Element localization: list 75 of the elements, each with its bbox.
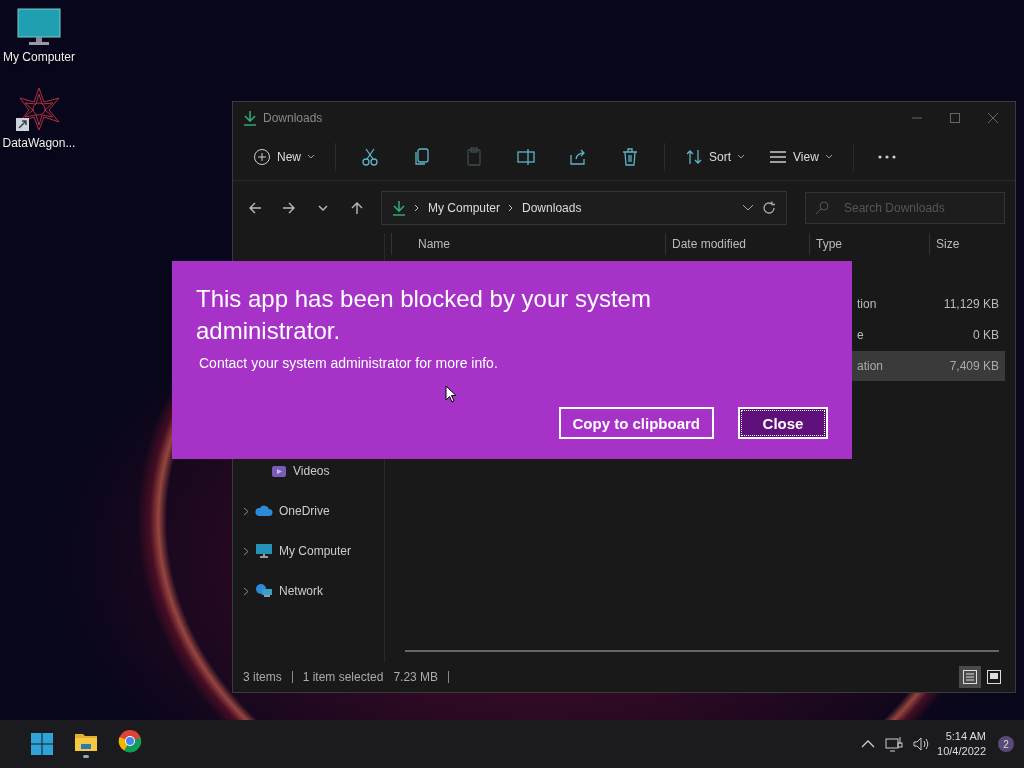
download-icon — [392, 200, 406, 216]
column-header[interactable]: Date modified — [665, 233, 809, 255]
sidebar-item[interactable]: OneDrive — [279, 504, 330, 518]
table-cell-text: tion — [857, 297, 878, 311]
selection-size: 7.23 MB — [393, 670, 439, 684]
clock-time[interactable]: 5:14 AM — [945, 729, 986, 744]
start-icon[interactable] — [30, 732, 54, 756]
dialog-title: This app has been blocked by your system administrator. — [196, 284, 652, 346]
sort-icon — [685, 149, 703, 165]
item-count: 3 items — [243, 670, 282, 684]
star-pattern-shortcut-icon — [16, 86, 62, 132]
chevron-right-icon[interactable] — [243, 546, 249, 556]
chevron-right-icon[interactable] — [243, 506, 249, 516]
search-icon — [815, 201, 829, 215]
breadcrumb-item[interactable]: Downloads — [522, 201, 582, 215]
table-cell-text: ation — [857, 359, 885, 373]
column-header[interactable]: Name — [391, 233, 665, 255]
trash-icon[interactable] — [620, 147, 640, 167]
rename-icon[interactable] — [516, 147, 536, 167]
caret-icon — [737, 154, 746, 160]
breadcrumb-item[interactable]: My Computer — [428, 201, 501, 215]
copy-icon[interactable] — [412, 147, 432, 167]
list-icon — [963, 670, 977, 684]
desktop-icon-label[interactable]: My Computer — [3, 50, 75, 64]
network-icon — [255, 583, 273, 599]
monitor-icon — [255, 543, 273, 559]
column-header[interactable]: Type — [809, 233, 929, 255]
notification-badge[interactable]: 2 — [998, 736, 1014, 752]
dialog-message: Contact your system administrator for more info. — [199, 355, 499, 371]
view-button[interactable]: View — [759, 141, 843, 173]
mouse-cursor-icon — [445, 385, 457, 403]
back-arrow-icon[interactable] — [248, 201, 262, 215]
video-folder-icon — [271, 464, 287, 478]
chevron-up-icon[interactable] — [861, 740, 876, 748]
close-icon[interactable] — [987, 112, 999, 124]
refresh-icon[interactable] — [762, 201, 776, 215]
caret-icon — [307, 154, 315, 160]
sidebar-item[interactable]: Network — [279, 584, 323, 598]
up-arrow-icon[interactable] — [350, 201, 364, 215]
clock-date[interactable]: 10/4/2022 — [937, 744, 986, 759]
sidebar-item[interactable]: My Computer — [279, 544, 352, 558]
lines-icon — [769, 150, 788, 164]
browser-icon[interactable] — [118, 729, 142, 753]
sort-button[interactable]: Sort — [675, 141, 756, 173]
tile-icon — [987, 670, 1001, 684]
chevron-right-icon — [508, 204, 515, 212]
chevron-down-icon[interactable] — [742, 204, 754, 212]
table-cell-text: 11,129 KB — [942, 297, 1000, 311]
sidebar-item[interactable]: Videos — [293, 464, 330, 478]
new-button[interactable]: New — [243, 141, 325, 173]
address-bar[interactable]: My Computer Downloads — [381, 191, 787, 225]
cloud-icon — [255, 505, 273, 517]
search-field[interactable]: Search Downloads — [805, 192, 1005, 224]
plus-circle-icon — [253, 148, 271, 166]
download-icon — [243, 110, 257, 126]
share-icon[interactable] — [568, 147, 588, 167]
cut-icon[interactable] — [360, 147, 380, 167]
caret-icon — [824, 154, 833, 160]
maximize-icon[interactable] — [949, 112, 961, 124]
copy-button[interactable]: Copy to clipboard — [558, 407, 714, 439]
chevron-right-icon[interactable] — [243, 586, 249, 596]
network-icon[interactable] — [885, 736, 904, 752]
desktop-icon-label[interactable]: DataWagon... — [2, 136, 76, 150]
details-view-button[interactable] — [959, 666, 981, 688]
selection-info: 1 item selected — [302, 670, 384, 684]
close-button[interactable]: Close — [738, 407, 828, 439]
more-icon[interactable] — [877, 154, 896, 160]
table-cell-text: 0 KB — [972, 328, 1000, 342]
table-cell-text: e — [857, 328, 865, 342]
monitor-icon — [17, 8, 61, 46]
table-cell-text: 7,409 KB — [948, 359, 1000, 373]
window-title: Downloads — [263, 111, 323, 125]
chevron-right-icon — [414, 204, 420, 212]
column-header[interactable]: Size — [929, 233, 1005, 255]
forward-arrow-icon[interactable] — [282, 201, 296, 215]
